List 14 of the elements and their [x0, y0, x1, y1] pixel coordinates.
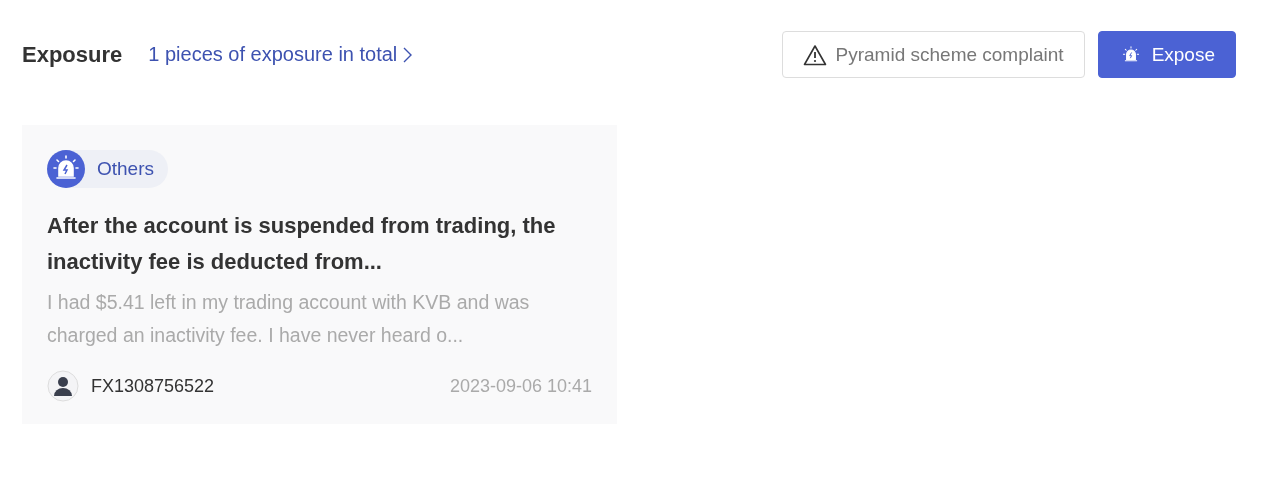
warning-icon	[802, 43, 827, 66]
chevron-right-icon	[403, 46, 413, 63]
section-title: Exposure	[22, 41, 123, 68]
timestamp: 2023-09-06 10:41	[449, 375, 592, 397]
username: FX1308756522	[91, 375, 215, 397]
card-title: After the account is suspended from trading, the inactivity fee is deducted from...	[47, 212, 557, 276]
siren-icon	[47, 150, 85, 188]
expose-button[interactable]: Expose	[1097, 31, 1236, 78]
card-excerpt: I had $5.41 left in my trading account with KVB and was charged an inactivity fee. I have never heard o...	[47, 290, 531, 348]
category-label: Others	[97, 158, 155, 180]
exposure-card[interactable]	[22, 125, 617, 424]
avatar-icon	[47, 370, 79, 402]
exposure-count-link[interactable]: 1 pieces of exposure in total	[148, 43, 413, 66]
complaint-button[interactable]: Pyramid scheme complaint	[781, 31, 1085, 78]
